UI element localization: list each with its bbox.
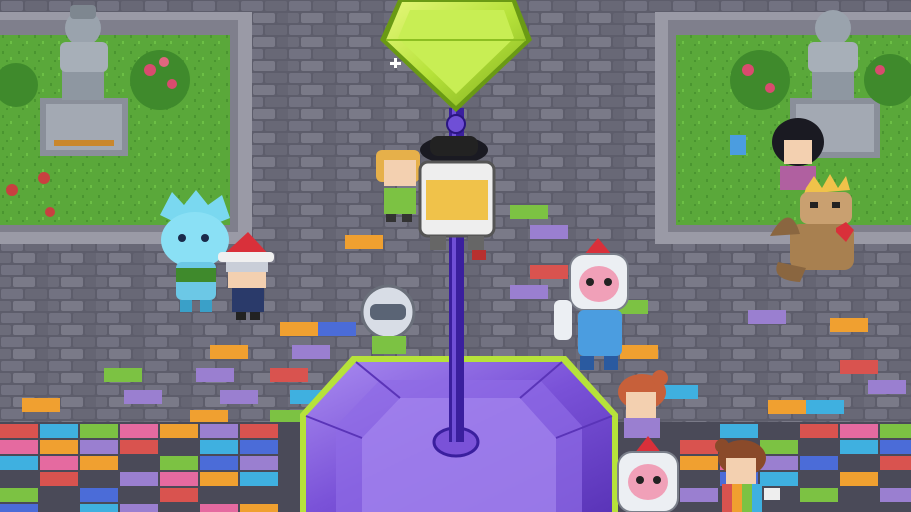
scene-canvas — [0, 0, 911, 512]
game-scene[interactable] — [0, 0, 911, 512]
